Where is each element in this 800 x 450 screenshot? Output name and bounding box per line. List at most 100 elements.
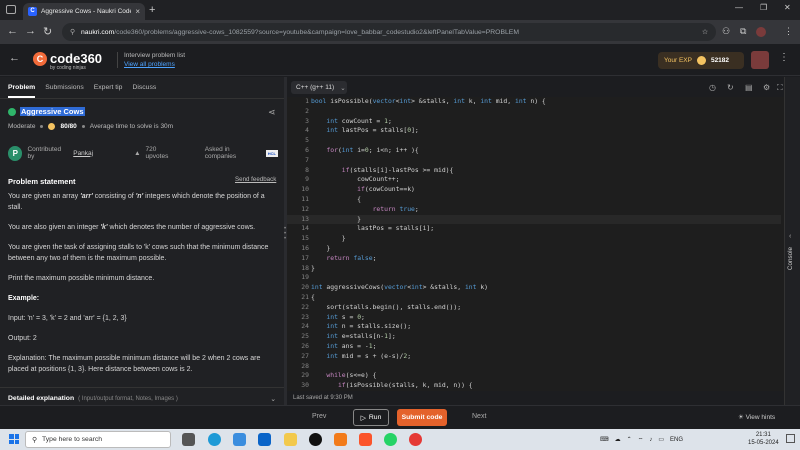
send-feedback-link[interactable]: Send feedback bbox=[235, 176, 276, 183]
code-line[interactable]: return false; bbox=[311, 254, 781, 264]
code-line[interactable]: if(stalls[i]-lastPos >= mid){ bbox=[311, 166, 781, 176]
back-arrow-icon[interactable]: ← bbox=[9, 52, 20, 64]
code-line[interactable]: for(int i=0; i<n; i++ ){ bbox=[311, 146, 781, 156]
reload-icon[interactable]: ↻ bbox=[43, 25, 52, 38]
code-area[interactable]: bool isPossible(vector<int> &stalls, int… bbox=[311, 97, 781, 391]
whatsapp-icon[interactable] bbox=[384, 433, 397, 446]
code-line[interactable]: } bbox=[311, 264, 781, 274]
code-line[interactable]: while(s<=e) { bbox=[311, 371, 781, 381]
code-line[interactable] bbox=[311, 136, 781, 146]
code-line[interactable]: int mid = s + (e-s)/2; bbox=[311, 352, 781, 362]
extension-icon[interactable]: ⚇ bbox=[722, 26, 730, 37]
view-hints-button[interactable]: ☀ View hints bbox=[738, 413, 775, 421]
code-editor[interactable]: 1 2 3 4 5 6 7 8 9 10 11 12 13 14 15 16 17 18 19 20 21 22 23 24 2… bbox=[287, 97, 784, 391]
keyboard-icon[interactable]: ⌨ bbox=[600, 436, 609, 443]
network-icon[interactable]: ⌔ bbox=[638, 436, 644, 444]
code-line[interactable] bbox=[311, 362, 781, 372]
tab-expert-tip[interactable]: Expert tip bbox=[94, 84, 123, 91]
code-line[interactable]: { bbox=[311, 293, 781, 303]
taskbar-search[interactable]: ⚲ Type here to search bbox=[25, 431, 171, 448]
code360-logo[interactable]: C code360 by coding ninjas bbox=[33, 51, 103, 71]
upvote-icon[interactable]: ▲ bbox=[134, 150, 140, 157]
author-link[interactable]: Pankaj bbox=[73, 150, 93, 157]
forward-icon[interactable]: → bbox=[25, 25, 36, 37]
minimize-icon[interactable]: — bbox=[735, 3, 743, 12]
profile-avatar[interactable] bbox=[756, 27, 766, 37]
new-tab-icon[interactable]: + bbox=[149, 4, 155, 16]
more-options-icon[interactable]: ⋮ bbox=[779, 52, 789, 63]
console-panel-toggle[interactable]: ‹ Console bbox=[784, 77, 800, 409]
back-icon[interactable]: ← bbox=[7, 25, 18, 37]
fullscreen-icon[interactable]: ⛶ bbox=[777, 83, 783, 93]
code-line[interactable]: int lastPos = stalls[0]; bbox=[311, 126, 781, 136]
tab-problem[interactable]: Problem bbox=[8, 84, 36, 98]
show-hidden-icon[interactable]: ⌃ bbox=[627, 436, 632, 443]
code-line[interactable]: { bbox=[311, 195, 781, 205]
chrome-icon[interactable] bbox=[409, 433, 422, 446]
code-line[interactable] bbox=[311, 107, 781, 117]
windows-start-icon[interactable] bbox=[9, 434, 19, 444]
exp-badge[interactable]: Your EXP 52182 bbox=[658, 52, 744, 69]
code-line[interactable]: int cowCount = 1; bbox=[311, 117, 781, 127]
tab-actions-icon[interactable] bbox=[6, 5, 16, 14]
tab-submissions[interactable]: Submissions bbox=[45, 84, 84, 91]
code-line[interactable] bbox=[311, 273, 781, 283]
url-field[interactable]: ⚲ naukri.com/code360/problems/aggressive… bbox=[62, 23, 716, 41]
tab-discuss[interactable]: Discuss bbox=[132, 84, 156, 91]
code-line[interactable] bbox=[311, 156, 781, 166]
close-tab-icon[interactable]: × bbox=[135, 7, 140, 16]
company-badge[interactable]: HCL bbox=[265, 149, 279, 157]
code-line[interactable]: } bbox=[311, 214, 781, 225]
view-all-problems-link[interactable]: View all problems bbox=[124, 61, 175, 68]
vlc-icon[interactable] bbox=[334, 433, 347, 446]
code-line[interactable]: cowCount++; bbox=[311, 175, 781, 185]
battery-icon[interactable]: ▭ bbox=[658, 436, 664, 443]
submit-code-button[interactable]: Submit code bbox=[397, 409, 447, 426]
restore-icon[interactable]: ❐ bbox=[760, 3, 767, 12]
code-line[interactable]: int aggressiveCows(vector<int> &stalls, … bbox=[311, 283, 781, 293]
task-view-icon[interactable] bbox=[182, 433, 195, 446]
edge-icon[interactable] bbox=[208, 433, 221, 446]
prev-button[interactable]: Prev bbox=[312, 413, 326, 420]
cloud-icon[interactable]: ☁ bbox=[615, 436, 621, 443]
bookmark-star-icon[interactable]: ☆ bbox=[702, 28, 708, 36]
user-avatar[interactable] bbox=[751, 51, 769, 69]
language-indicator[interactable]: ENG bbox=[670, 437, 683, 443]
contributed-by-label: Contributed by bbox=[27, 146, 62, 160]
puzzle-icon[interactable]: ⧉ bbox=[740, 26, 746, 37]
share-icon[interactable]: ⋖ bbox=[268, 107, 276, 118]
brave-icon[interactable] bbox=[359, 433, 372, 446]
settings-icon[interactable]: ⚙ bbox=[763, 83, 770, 92]
chrome-menu-icon[interactable]: ⋮ bbox=[784, 26, 793, 37]
dell-icon[interactable] bbox=[309, 433, 322, 446]
code-line[interactable]: int ans = -1; bbox=[311, 342, 781, 352]
code-line[interactable]: lastPos = stalls[i]; bbox=[311, 224, 781, 234]
code-line[interactable]: bool isPossible(vector<int> &stalls, int… bbox=[311, 97, 781, 107]
reset-code-icon[interactable]: ↻ bbox=[727, 83, 734, 92]
layout-icon[interactable]: ▤ bbox=[745, 83, 753, 92]
language-select[interactable]: C++ (g++ 11) ⌄ bbox=[291, 81, 347, 94]
logo-text: code360 bbox=[50, 51, 103, 66]
run-button[interactable]: ▷ Run bbox=[353, 409, 389, 426]
browser-tab[interactable]: C Aggressive Cows - Naukri Code × bbox=[23, 3, 145, 20]
code-line[interactable]: } bbox=[311, 234, 781, 244]
mail-icon[interactable] bbox=[258, 433, 271, 446]
code-line[interactable]: if(cowCount==k) bbox=[311, 185, 781, 195]
close-window-icon[interactable]: ✕ bbox=[784, 3, 791, 12]
taskbar-clock[interactable]: 21:31 15-05-2024 bbox=[748, 431, 779, 447]
next-button[interactable]: Next bbox=[472, 413, 486, 420]
volume-icon[interactable]: ♪ bbox=[649, 437, 652, 443]
tab-title: Aggressive Cows - Naukri Code bbox=[41, 8, 132, 15]
code-line[interactable]: int e=stalls[n-1]; bbox=[311, 332, 781, 342]
site-info-icon[interactable]: ⚲ bbox=[70, 28, 75, 36]
code-line[interactable]: sort(stalls.begin(), stalls.end()); bbox=[311, 303, 781, 313]
notifications-icon[interactable] bbox=[786, 434, 795, 443]
code-line[interactable]: int s = 0; bbox=[311, 313, 781, 323]
file-explorer-icon[interactable] bbox=[284, 433, 297, 446]
timer-icon[interactable]: ◷ bbox=[709, 83, 716, 92]
code-line[interactable]: } bbox=[311, 244, 781, 254]
photos-icon[interactable] bbox=[233, 433, 246, 446]
code-line[interactable]: if(isPossible(stalls, k, mid, n)) { bbox=[311, 381, 781, 391]
code-line[interactable]: int n = stalls.size(); bbox=[311, 322, 781, 332]
code-line[interactable]: return true; bbox=[311, 205, 781, 215]
